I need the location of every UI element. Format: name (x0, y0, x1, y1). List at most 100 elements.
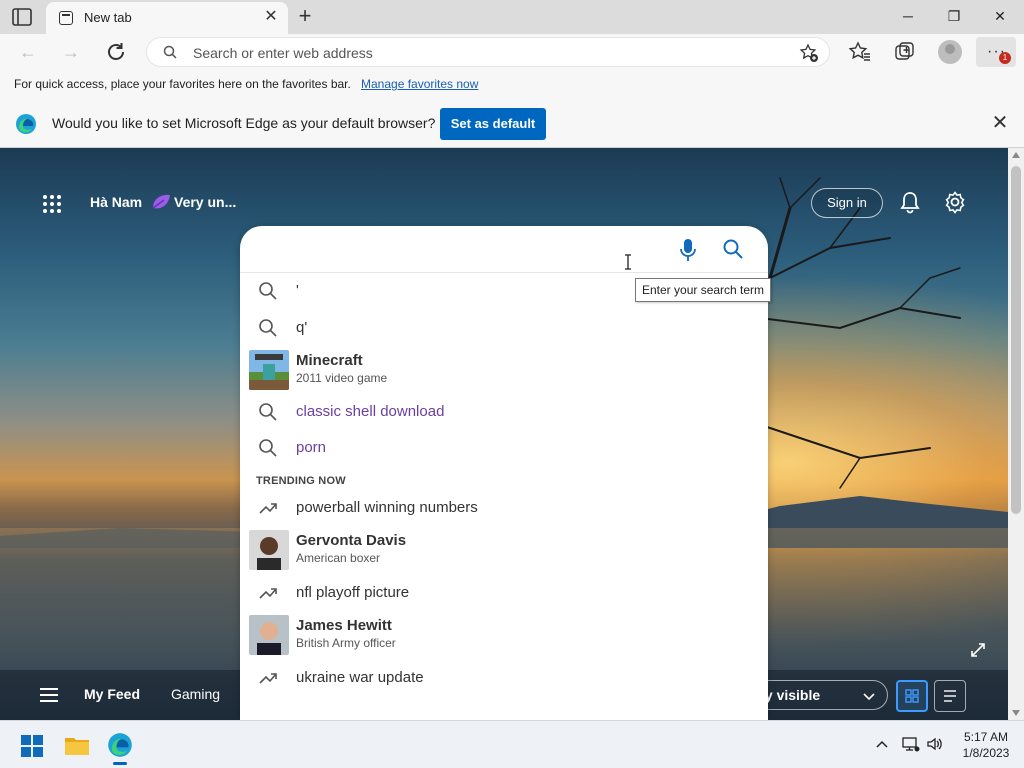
search-icon (259, 282, 277, 300)
tab-gaming[interactable]: Gaming (171, 686, 220, 702)
trending-icon (259, 673, 277, 684)
toolbar: ← → Search or enter web address ··· 1 (0, 34, 1024, 70)
scroll-down-icon[interactable] (1012, 710, 1020, 716)
content-visibility-value: ly visible (761, 687, 821, 703)
windows-start-icon[interactable] (21, 735, 43, 757)
page-scrollbar[interactable] (1008, 148, 1024, 720)
entity-subtitle: British Army officer (296, 636, 396, 650)
tab-new-tab[interactable]: New tab ✕ (46, 2, 288, 34)
bell-icon[interactable] (899, 190, 921, 214)
edge-taskbar-icon[interactable] (107, 732, 133, 758)
search-icon (163, 45, 177, 59)
search-icon (259, 319, 277, 337)
suggestion-text: porn (296, 439, 327, 456)
search-icon (259, 439, 277, 457)
weather-summary[interactable]: Very un... (174, 194, 236, 210)
list-layout-button[interactable] (934, 680, 966, 712)
minecraft-thumbnail-icon (249, 350, 289, 390)
search-icon (259, 403, 277, 421)
suggestion-text: classic shell download (296, 403, 445, 420)
add-favorite-icon[interactable] (799, 43, 819, 63)
profile-avatar[interactable] (938, 40, 962, 64)
title-bar: New tab ✕ + ─ ❐ ✕ (0, 0, 1024, 34)
back-button[interactable]: ← (15, 39, 41, 65)
suggestion-item[interactable]: classic shell download (240, 394, 768, 430)
close-icon[interactable]: ✕ (990, 113, 1010, 133)
system-clock[interactable]: 5:17 AM 1/8/2023 (958, 729, 1014, 761)
expand-icon[interactable] (970, 642, 986, 658)
edge-logo-icon (16, 114, 36, 134)
chevron-up-icon[interactable] (876, 739, 888, 749)
active-app-indicator (113, 762, 127, 765)
entity-subtitle: 2011 video game (296, 371, 388, 385)
trending-icon (259, 503, 277, 514)
volume-icon[interactable] (926, 735, 944, 753)
trending-item[interactable]: powerball winning numbers (240, 490, 768, 526)
default-browser-bar: Would you like to set Microsoft Edge as … (0, 98, 1024, 148)
notification-badge: 1 (999, 52, 1011, 64)
forward-button[interactable]: → (58, 39, 84, 65)
suggestion-text: q' (296, 319, 308, 336)
trending-item[interactable]: nfl playoff picture (240, 575, 768, 611)
favorites-icon[interactable] (848, 40, 872, 64)
address-bar[interactable]: Search or enter web address (146, 37, 830, 67)
gear-icon[interactable] (943, 190, 967, 214)
search-icon[interactable] (722, 238, 744, 260)
chevron-down-icon (863, 693, 875, 701)
suggestion-entity-minecraft[interactable]: Minecraft 2011 video game (240, 348, 768, 392)
suggestion-text: ' (296, 282, 299, 299)
minimize-button[interactable]: ─ (888, 4, 928, 28)
search-tooltip: Enter your search term (635, 278, 772, 302)
tab-my-feed[interactable]: My Feed (84, 686, 140, 702)
entity-title: James Hewitt (296, 617, 392, 634)
refresh-icon[interactable] (104, 40, 128, 64)
trending-text: nfl playoff picture (296, 584, 410, 601)
clock-date: 1/8/2023 (962, 746, 1010, 760)
trending-icon (259, 588, 277, 599)
weather-location[interactable]: Hà Nam (90, 194, 142, 210)
suggestion-item[interactable]: q' (240, 310, 768, 346)
tab-actions-icon[interactable] (12, 8, 32, 26)
apps-launcher-icon[interactable] (42, 194, 62, 214)
list-icon (944, 690, 956, 702)
new-tab-page-icon (59, 11, 73, 25)
trending-text: ukraine war update (296, 669, 424, 686)
network-icon[interactable] (902, 735, 920, 753)
entity-title: Minecraft (296, 352, 363, 369)
favorites-bar: For quick access, place your favorites h… (0, 70, 1024, 98)
microphone-icon[interactable] (678, 238, 698, 262)
grid-icon (905, 689, 919, 703)
collections-icon[interactable] (893, 40, 917, 64)
search-input[interactable] (260, 234, 660, 266)
clock-time: 5:17 AM (963, 730, 1009, 744)
trending-item[interactable]: ukraine war update (240, 660, 768, 696)
entity-subtitle: American boxer (296, 551, 381, 565)
set-as-default-button[interactable]: Set as default (440, 108, 546, 140)
entity-title: Gervonta Davis (296, 532, 407, 549)
settings-and-more-button[interactable]: ··· 1 (976, 37, 1016, 67)
trending-header: TRENDING NOW (256, 475, 346, 487)
default-browser-prompt: Would you like to set Microsoft Edge as … (52, 115, 436, 131)
trending-entity-james-hewitt[interactable]: James Hewitt British Army officer (240, 613, 768, 657)
close-tab-icon[interactable]: ✕ (262, 8, 280, 26)
restore-button[interactable]: ❐ (934, 4, 974, 28)
file-explorer-icon[interactable] (64, 734, 90, 756)
scroll-up-icon[interactable] (1012, 152, 1020, 158)
manage-favorites-link[interactable]: Manage favorites now (361, 77, 478, 91)
text-cursor-icon (625, 254, 631, 270)
scroll-thumb[interactable] (1011, 166, 1021, 514)
james-hewitt-thumbnail-icon (249, 615, 289, 655)
favorites-bar-text: For quick access, place your favorites h… (14, 77, 351, 91)
weather-icon (152, 194, 170, 209)
menu-icon[interactable] (40, 688, 58, 702)
sign-in-button[interactable]: Sign in (811, 188, 883, 218)
gervonta-davis-thumbnail-icon (249, 530, 289, 570)
grid-layout-button[interactable] (896, 680, 928, 712)
trending-entity-gervonta-davis[interactable]: Gervonta Davis American boxer (240, 528, 768, 572)
taskbar: 5:17 AM 1/8/2023 (0, 720, 1024, 768)
suggestion-item[interactable]: porn (240, 430, 768, 466)
new-tab-button[interactable]: + (294, 5, 316, 27)
close-window-button[interactable]: ✕ (980, 4, 1020, 28)
tab-title: New tab (84, 10, 132, 25)
address-placeholder: Search or enter web address (193, 45, 373, 61)
